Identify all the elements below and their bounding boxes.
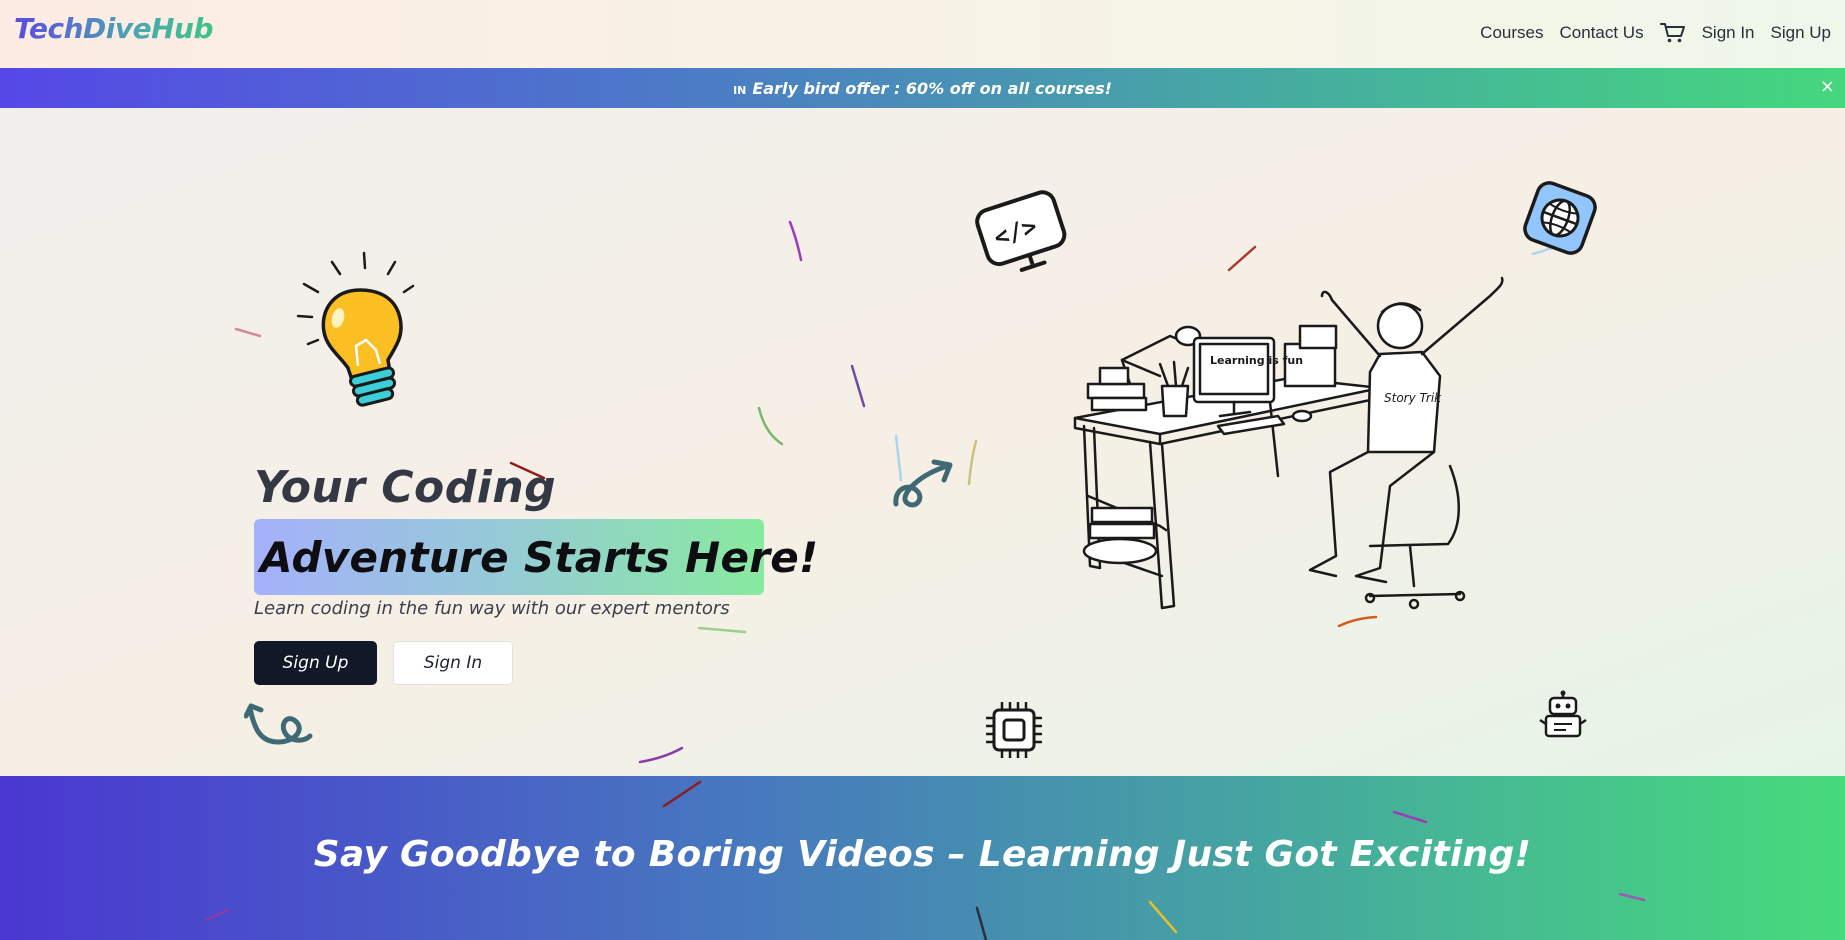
tagline-text: Say Goodbye to Boring Videos – Learning … (313, 834, 1532, 875)
robot-icon (1539, 690, 1587, 738)
site-header: TechDiveHub Courses Contact Us Sign In S… (0, 0, 1845, 68)
promo-banner: IN Early bird offer : 60% off on all cour… (0, 68, 1845, 108)
curly-arrow-icon (893, 459, 953, 508)
hero-title-line2: Adventure Starts Here! (260, 532, 819, 582)
hero-sign-up-button[interactable]: Sign Up (254, 641, 377, 685)
code-monitor-icon: </> (975, 190, 1067, 272)
cpu-chip-icon (986, 702, 1042, 758)
hero-title-line1: Your Coding (254, 462, 557, 513)
shirt-text: Story Trik (1384, 391, 1442, 405)
india-flag-label: IN (733, 83, 747, 97)
hero-subtitle: Learn coding in the fun way with our exp… (254, 598, 730, 619)
hero-section: </> Learning is fun Story Trik Your Codi… (0, 108, 1845, 776)
nav-contact-link[interactable]: Contact Us (1559, 23, 1643, 43)
cart-icon[interactable] (1659, 22, 1686, 44)
promo-message: Early bird offer : 60% off on all course… (752, 78, 1112, 98)
hero-title-highlight: Adventure Starts Here! (254, 519, 818, 595)
main-nav: Courses Contact Us Sign In Sign Up (1480, 22, 1831, 44)
promo-text-wrap: IN Early bird offer : 60% off on all cour… (733, 79, 1112, 98)
coder-at-desk-illustration: Learning is fun Story Trik (1073, 276, 1504, 610)
brand-logo[interactable]: TechDiveHub (14, 12, 214, 45)
tagline-banner: Say Goodbye to Boring Videos – Learning … (0, 776, 1845, 940)
monitor-screen-text: Learning is fun (1210, 354, 1303, 367)
nav-sign-up-link[interactable]: Sign Up (1771, 23, 1831, 43)
nav-courses-link[interactable]: Courses (1480, 23, 1543, 43)
lightbulb-icon (296, 251, 415, 407)
curly-loop-icon (244, 703, 313, 745)
globe-icon (1523, 181, 1597, 255)
nav-sign-in-link[interactable]: Sign In (1702, 23, 1755, 43)
hero-sign-in-button[interactable]: Sign In (393, 641, 513, 685)
close-icon[interactable]: × (1820, 77, 1835, 97)
